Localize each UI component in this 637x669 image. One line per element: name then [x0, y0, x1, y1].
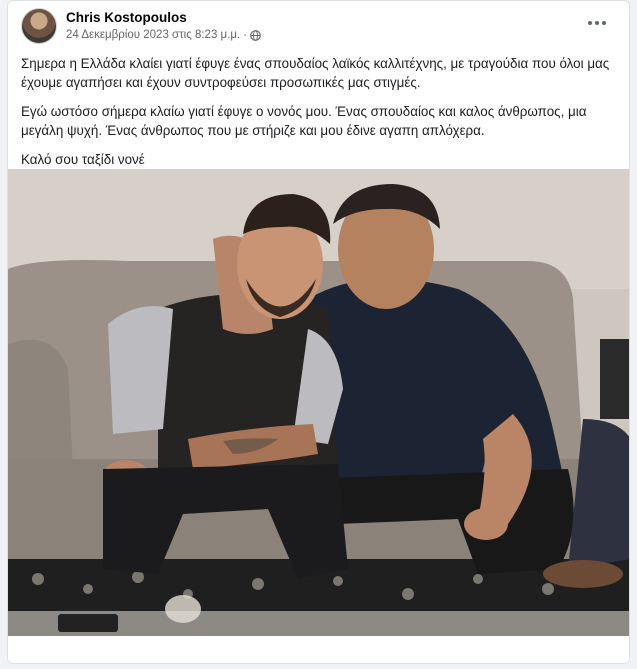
post-paragraph: Εγώ ωστόσο σήμερα κλαίω γιατί έφυγε ο νο…: [21, 104, 587, 138]
post-meta: 24 Δεκεμβρίου 2023 στις 8:23 μ.μ. ·: [66, 29, 261, 41]
post-paragraph: Σημερα η Ελλάδα κλαίει γιατί έφυγε ένας …: [21, 56, 610, 90]
more-horizontal-icon: [588, 21, 592, 25]
post-header: Chris Kostopoulos 24 Δεκεμβρίου 2023 στι…: [8, 1, 629, 47]
more-options-button[interactable]: [585, 13, 609, 33]
facebook-post-card: Chris Kostopoulos 24 Δεκεμβρίου 2023 στι…: [7, 0, 630, 664]
post-photo[interactable]: [8, 169, 629, 636]
meta-separator: ·: [243, 29, 248, 41]
post-text: Σημερα η Ελλάδα κλαίει γιατί έφυγε ένας …: [21, 54, 619, 179]
photo-illustration: [8, 169, 629, 636]
avatar[interactable]: [21, 8, 57, 44]
author-name[interactable]: Chris Kostopoulos: [66, 10, 187, 25]
post-paragraph: Καλό σου ταξίδι νονέ: [21, 152, 145, 167]
post-timestamp[interactable]: 24 Δεκεμβρίου 2023 στις 8:23 μ.μ.: [66, 29, 240, 41]
post-footer: [8, 636, 629, 663]
globe-icon[interactable]: [250, 29, 261, 41]
